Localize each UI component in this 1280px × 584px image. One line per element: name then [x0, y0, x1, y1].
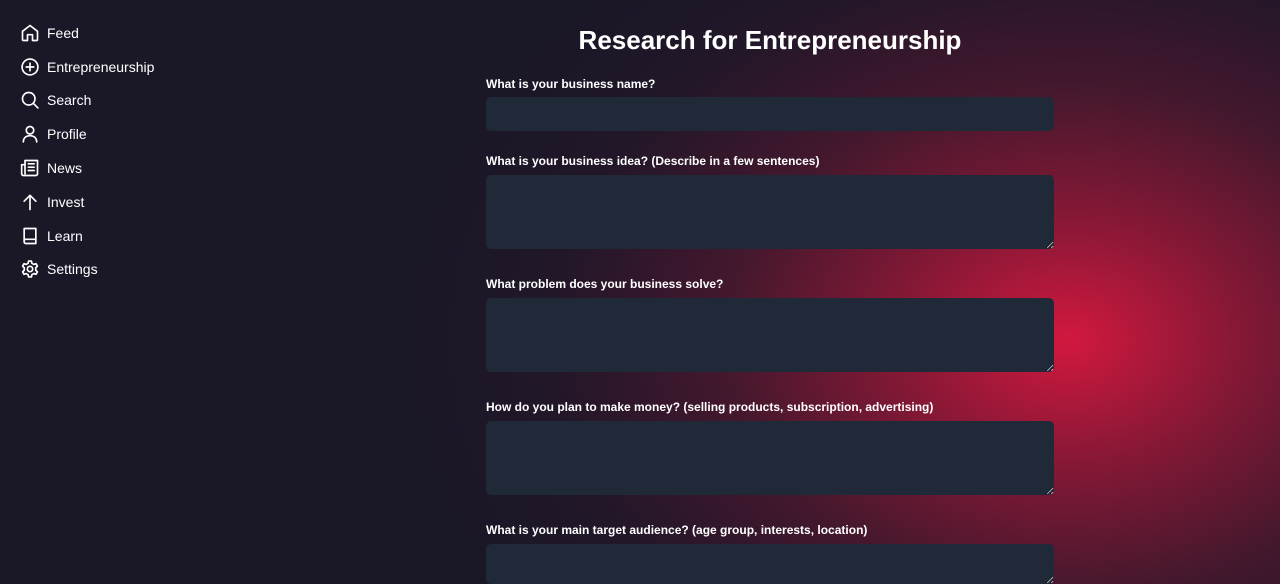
revenue-model-textarea[interactable] — [486, 421, 1054, 495]
field-label: What is your business name? — [486, 77, 656, 91]
question-target-audience: What is your main target audience? (age … — [486, 522, 1054, 584]
search-icon — [20, 90, 40, 110]
business-idea-textarea[interactable] — [486, 175, 1054, 249]
sidebar-item-label: Entrepreneurship — [47, 58, 155, 75]
question-business-idea: What is your business idea? (Describe in… — [486, 153, 1054, 249]
sidebar-item-label: Profile — [47, 126, 87, 143]
book-icon — [20, 226, 40, 246]
field-label: How do you plan to make money? (selling … — [486, 400, 934, 414]
research-form: Research for Entrepreneurship What is yo… — [486, 24, 1054, 584]
user-icon — [20, 124, 40, 144]
sidebar-item-label: News — [47, 160, 83, 177]
sidebar-item-entrepreneurship[interactable]: Entrepreneurship — [0, 50, 220, 84]
question-revenue-model: How do you plan to make money? (selling … — [486, 399, 1054, 495]
sidebar-nav: Feed Entrepreneurship Search Profile New… — [0, 0, 220, 584]
page-title: Research for Entrepreneurship — [578, 25, 962, 55]
sidebar-item-feed[interactable]: Feed — [0, 16, 220, 50]
sidebar-item-settings[interactable]: Settings — [0, 253, 220, 287]
plus-circle-icon — [20, 57, 40, 77]
home-icon — [20, 23, 40, 43]
problem-solved-textarea[interactable] — [486, 298, 1054, 372]
question-business-name: What is your business name? — [486, 76, 1054, 131]
gear-icon — [20, 259, 40, 279]
field-label: What is your business idea? (Describe in… — [486, 154, 820, 168]
sidebar-item-learn[interactable]: Learn — [0, 219, 220, 253]
sidebar-item-label: Search — [47, 92, 92, 109]
sidebar-item-invest[interactable]: Invest — [0, 185, 220, 219]
sidebar-item-profile[interactable]: Profile — [0, 117, 220, 151]
sidebar-item-search[interactable]: Search — [0, 84, 220, 118]
field-label: What is your main target audience? (age … — [486, 523, 868, 537]
newspaper-icon — [20, 158, 40, 178]
sidebar-item-label: Settings — [47, 261, 98, 278]
field-label: What problem does your business solve? — [486, 277, 724, 291]
sidebar-item-news[interactable]: News — [0, 151, 220, 185]
business-name-input[interactable] — [486, 97, 1054, 131]
arrow-up-icon — [20, 192, 40, 212]
question-problem-solved: What problem does your business solve? — [486, 276, 1054, 372]
sidebar-item-label: Learn — [47, 227, 83, 244]
sidebar-item-label: Invest — [47, 193, 85, 210]
target-audience-textarea[interactable] — [486, 544, 1054, 584]
sidebar-item-label: Feed — [47, 24, 79, 41]
